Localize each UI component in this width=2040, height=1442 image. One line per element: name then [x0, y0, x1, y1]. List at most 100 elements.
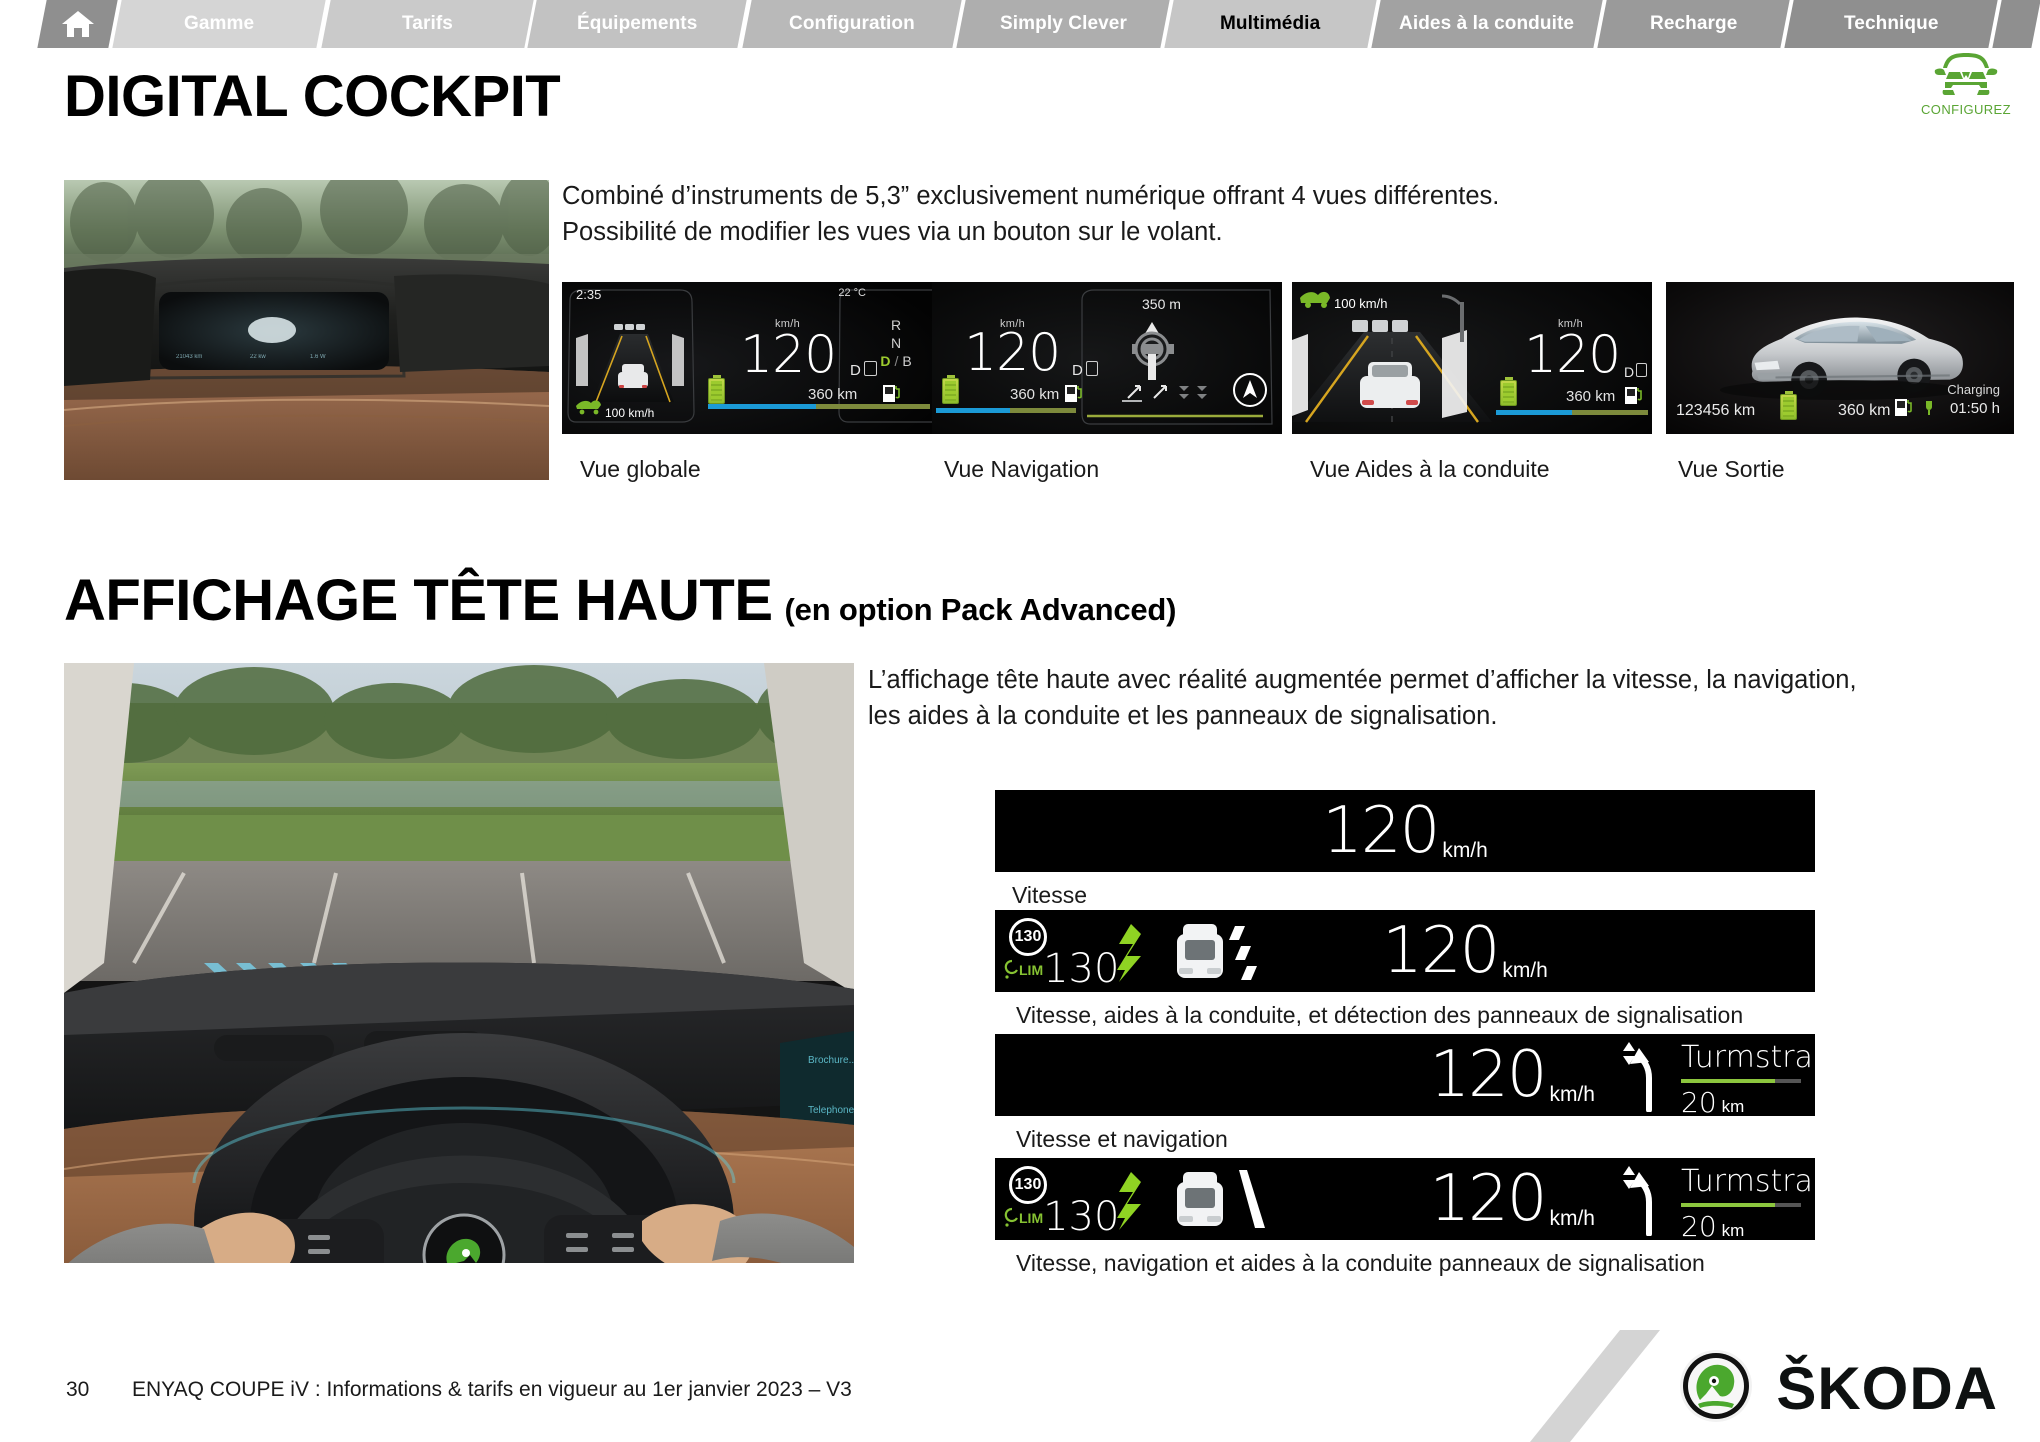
head-up-display-photo: 20 Cornwall 20 m 20 Cornwall: [64, 663, 854, 1263]
cluster4-charging-label: Charging: [1947, 382, 2000, 397]
cluster4-range: 360 km: [1838, 402, 1891, 419]
hud-title-group: AFFICHAGE TÊTE HAUTE (en option Pack Adv…: [64, 570, 1176, 632]
hud4-caption: Vitesse, navigation et aides à la condui…: [1016, 1250, 1705, 1276]
cluster2-nav-distance: 350 m: [1142, 296, 1181, 312]
hud4-turn-arrow-icon: [1605, 1164, 1665, 1240]
cluster4-plug-icon: [1922, 400, 1936, 421]
page-number: 30: [66, 1378, 90, 1401]
cluster1-time: 2:35: [576, 287, 602, 302]
skoda-logo: ŠKODA: [1678, 1348, 1998, 1429]
cockpit-desc-line2: Possibilité de modifier les vues via un …: [562, 218, 1223, 246]
hud4-lim-value: 130: [1043, 1194, 1120, 1240]
cluster4-charging-time: 01:50 h: [1949, 400, 2000, 417]
cluster-vue-globale: 2:35 22 °C 100 km/h km/h 120 D 360 km R …: [562, 282, 942, 434]
hud-strip-vitesse-aides-panneaux: 130 LIM 130 120 km/h: [995, 910, 1815, 992]
nav-tab-gamme[interactable]: Gamme: [112, 0, 327, 48]
nav-tab-overflow: [1992, 0, 2040, 48]
cluster1-temperature: 22 °C: [838, 287, 866, 299]
nav-home-tab[interactable]: [37, 0, 119, 48]
hud3-progress-bar: [1681, 1079, 1801, 1083]
hud4-street-name: Turmstraße: [1681, 1164, 1815, 1199]
cluster3-assist-speed: 100 km/h: [1334, 296, 1388, 311]
cluster1-charge-bar: [708, 404, 930, 409]
hud2-unit: km/h: [1502, 959, 1548, 982]
hud4-unit: km/h: [1549, 1207, 1595, 1230]
cluster2-gear-indicator: D: [1072, 362, 1083, 379]
gear-b: B: [902, 353, 912, 369]
hud-strip-vitesse-navigation: 120 km/h Turmstraße 20 km: [995, 1034, 1815, 1116]
cluster-vue-sortie: 123456 km 360 km Charging 01:50 h: [1666, 282, 2014, 434]
cluster2-gear-box-icon: [1086, 361, 1098, 376]
footer-legal-text: ENYAQ COUPE iV : Informations & tarifs e…: [132, 1378, 852, 1401]
hud-title: AFFICHAGE TÊTE HAUTE: [64, 568, 773, 633]
hud-description: L’affichage tête haute avec réalité augm…: [868, 662, 2008, 734]
cluster2-range: 360 km: [1010, 386, 1060, 403]
cluster4-battery-icon: [1780, 391, 1797, 420]
nav-tab-aides-a-la-conduite[interactable]: Aides à la conduite: [1371, 0, 1603, 48]
caption-vue-globale: Vue globale: [580, 456, 701, 482]
cluster3-charge-icon: [1624, 384, 1643, 411]
hud3-street-block: Turmstraße 20 km: [1681, 1040, 1815, 1117]
hud2-speed: 120: [1382, 914, 1500, 988]
cluster1-speed: 120: [740, 325, 837, 385]
gear-d: D: [880, 353, 891, 369]
hud3-turn-arrow-icon: [1605, 1040, 1665, 1116]
cluster3-range: 360 km: [1566, 388, 1616, 405]
nav-tab-configuration[interactable]: Configuration: [741, 0, 962, 48]
digital-cockpit-title: DIGITAL COCKPIT: [64, 64, 561, 129]
svg-text:Telephone: Telephone: [808, 1105, 854, 1116]
hud3-street-name: Turmstraße: [1681, 1040, 1815, 1075]
hud4-lim-tag: LIM: [1019, 1210, 1044, 1226]
hud4-sign-value: 130: [1014, 1176, 1042, 1193]
hud4-speed: 120: [1429, 1162, 1547, 1236]
hud4-progress-bar: [1681, 1203, 1801, 1207]
configurez-label: CONFIGUREZ: [1921, 102, 2011, 117]
cluster4-charge-icon: [1894, 396, 1913, 423]
nav-tab-recharge[interactable]: Recharge: [1597, 0, 1790, 48]
digital-cockpit-photo: 21043 km 22 kw 1.6 W: [64, 180, 549, 480]
cockpit-desc-line1: Combiné d’instruments de 5,3” exclusivem…: [562, 182, 1500, 210]
nav-tab-technique[interactable]: Technique: [1784, 0, 1999, 48]
cluster2-charge-icon: [1064, 382, 1083, 409]
nav-tab-simply-clever[interactable]: Simply Clever: [956, 0, 1171, 48]
hud1-caption: Vitesse: [1012, 882, 1088, 908]
digital-cockpit-description: Combiné d’instruments de 5,3” exclusivem…: [562, 178, 1692, 250]
nav-tab-tarifs[interactable]: Tarifs: [321, 0, 534, 48]
cluster1-gear-selector: R N D / B: [864, 316, 928, 370]
hud4-car-icon: [1147, 1166, 1277, 1237]
cluster-vue-aides: 100 km/h km/h 120 D 360 km: [1292, 282, 1652, 434]
page-footer: 30 ENYAQ COUPE iV : Informations & tarif…: [0, 1330, 2040, 1442]
cluster3-battery-icon: [1500, 377, 1517, 406]
caption-vue-sortie: Vue Sortie: [1678, 456, 1785, 482]
gear-r: R: [890, 317, 902, 333]
hud2-caption: Vitesse, aides à la conduite, et détecti…: [1016, 1002, 1744, 1028]
hud4-street-block: Turmstraße 20 km: [1681, 1164, 1815, 1240]
hud-desc-line2: les aides à la conduite et les panneaux …: [868, 702, 1498, 730]
cluster4-odometer: 123456 km: [1676, 402, 1756, 419]
cluster3-charge-bar: [1496, 410, 1648, 415]
svg-text:Brochure...: Brochure...: [808, 1055, 854, 1066]
home-icon: [61, 9, 95, 39]
nav-tab-multimedia[interactable]: Multimédia: [1164, 0, 1377, 48]
caption-vue-navigation: Vue Navigation: [944, 456, 1100, 482]
top-navigation: Gamme Tarifs Équipements Configuration S…: [0, 0, 2040, 48]
hud-desc-line1: L’affichage tête haute avec réalité augm…: [868, 666, 1857, 694]
svg-text:22 kw: 22 kw: [250, 354, 266, 360]
hud-title-suffix: (en option Pack Advanced): [784, 592, 1177, 627]
cluster2-battery-icon: [942, 375, 959, 404]
skoda-winged-arrow-logo: [1678, 1348, 1754, 1429]
hud3-street-distance: 20: [1681, 1086, 1717, 1117]
gear-n: N: [890, 335, 902, 351]
cluster2-charge-bar: [936, 408, 1076, 413]
hud3-speed: 120: [1429, 1038, 1547, 1112]
hud4-street-distance-unit: km: [1721, 1221, 1745, 1240]
skoda-wordmark: ŠKODA: [1776, 1355, 1998, 1422]
cluster3-gear-indicator: D: [1624, 364, 1635, 380]
hud1-speed: 120: [1322, 794, 1440, 868]
hud3-street-distance-unit: km: [1721, 1097, 1745, 1116]
nav-tab-equipements[interactable]: Équipements: [527, 0, 748, 48]
configurez-button[interactable]: CONFIGUREZ: [1910, 48, 2022, 117]
svg-text:21043 km: 21043 km: [176, 354, 202, 360]
hud-strip-vitesse: 120 km/h: [995, 790, 1815, 872]
cluster1-range: 360 km: [808, 386, 858, 403]
